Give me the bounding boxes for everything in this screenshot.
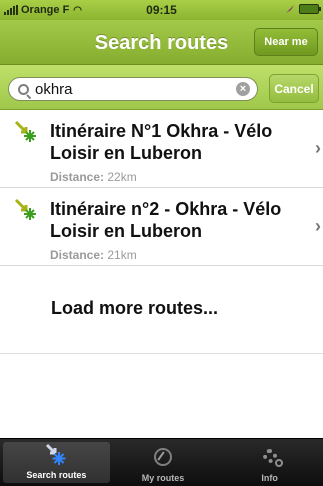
status-bar: Orange F ◠ 09:15: [0, 0, 323, 20]
near-me-button[interactable]: Near me: [254, 28, 318, 56]
chevron-right-icon: ›: [315, 138, 321, 158]
gear-icon: [257, 445, 283, 469]
distance-label: Distance:: [50, 170, 105, 184]
route-title: Itinéraire n°2 - Okhra - Vélo Loisir en …: [50, 199, 282, 241]
search-icon: [18, 83, 29, 95]
route-star-icon: [14, 198, 36, 220]
load-more-routes-button[interactable]: Load more routes...: [0, 266, 323, 354]
route-star-icon: [14, 120, 36, 142]
search-bar: × Cancel: [0, 65, 323, 110]
status-time: 09:15: [146, 3, 177, 17]
distance-label: Distance:: [50, 248, 105, 262]
navigation-bar: Search routes Near me: [0, 20, 323, 65]
tab-search-routes[interactable]: Search routes: [3, 442, 110, 483]
route-results-list: Itinéraire N°1 Okhra - Vélo Loisir en Lu…: [0, 110, 323, 266]
distance-value: 22km: [107, 170, 137, 184]
battery-icon: [299, 4, 321, 14]
tab-info[interactable]: Info: [216, 439, 323, 486]
clear-search-icon[interactable]: ×: [236, 82, 250, 96]
tab-label: Info: [261, 473, 278, 483]
route-distance: Distance: 22km: [50, 170, 137, 184]
route-list-item-1[interactable]: Itinéraire N°1 Okhra - Vélo Loisir en Lu…: [0, 110, 323, 188]
route-distance: Distance: 21km: [50, 248, 137, 262]
chevron-right-icon: ›: [315, 216, 321, 236]
search-input[interactable]: [35, 80, 225, 98]
distance-value: 21km: [107, 248, 137, 262]
route-title: Itinéraire N°1 Okhra - Vélo Loisir en Lu…: [50, 121, 273, 163]
location-arrow-icon: [286, 5, 294, 13]
tab-my-routes[interactable]: My routes: [110, 439, 217, 486]
tab-label: My routes: [141, 473, 185, 483]
route-star-icon: [46, 443, 66, 465]
cancel-button[interactable]: Cancel: [269, 74, 319, 103]
route-list-item-2[interactable]: Itinéraire n°2 - Okhra - Vélo Loisir en …: [0, 188, 323, 266]
tab-bar: Search routes My routes Info: [0, 438, 323, 486]
search-field[interactable]: ×: [8, 77, 258, 101]
status-right: [285, 4, 321, 14]
compass-icon: [150, 445, 176, 469]
tab-label: Search routes: [26, 470, 87, 480]
load-more-label: Load more routes...: [51, 298, 219, 318]
